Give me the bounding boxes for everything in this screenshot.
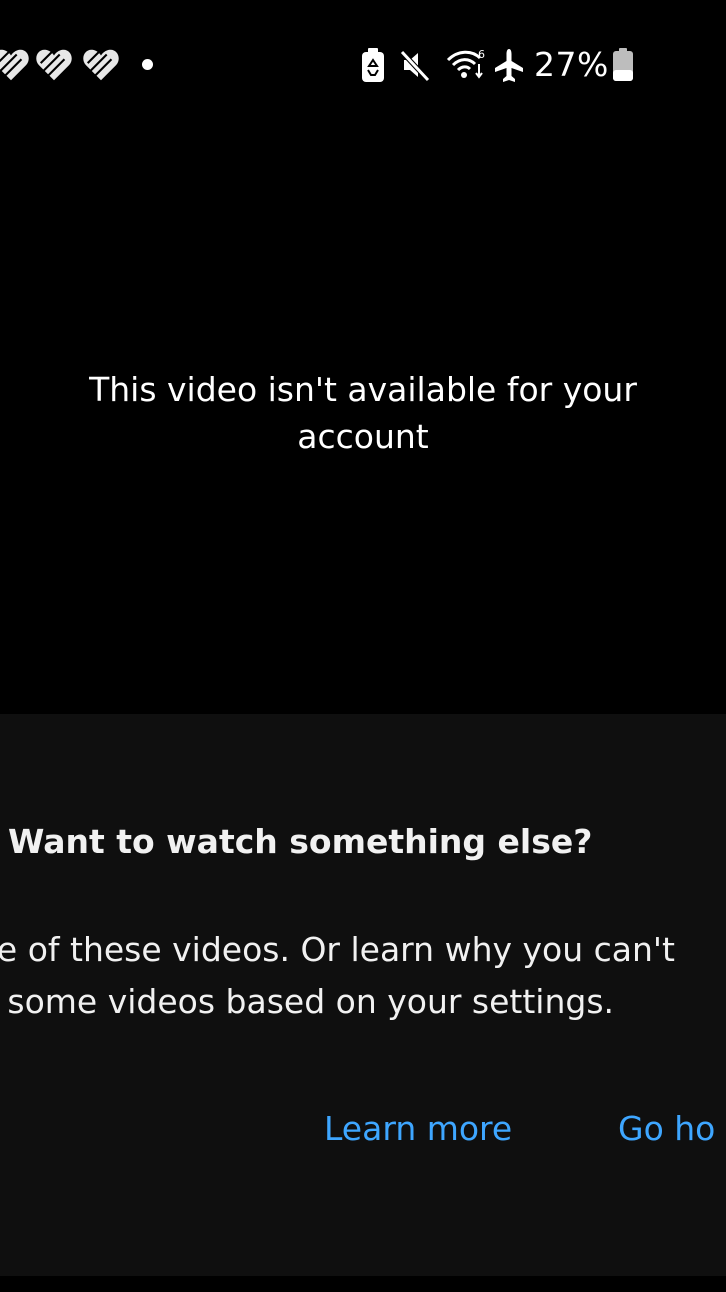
unavailable-message-line2: account bbox=[297, 417, 429, 456]
go-home-button[interactable]: Go ho bbox=[618, 1106, 715, 1152]
battery-icon bbox=[612, 48, 634, 82]
heart-icon bbox=[82, 46, 120, 84]
status-bar: 6 27% bbox=[0, 0, 726, 130]
battery-saver-icon bbox=[360, 46, 386, 84]
panel-heading: Want to watch something else? bbox=[8, 822, 593, 861]
panel-body: ne of these videos. Or learn why you can… bbox=[0, 924, 726, 1028]
panel-body-line2: n some videos based on your settings. bbox=[0, 982, 615, 1021]
video-player[interactable]: This video isn't available for your acco… bbox=[0, 130, 726, 714]
suggestion-panel: Want to watch something else? ne of thes… bbox=[0, 714, 726, 1276]
notification-dot bbox=[142, 59, 153, 70]
wifi-6-icon: 6 bbox=[446, 46, 488, 84]
battery-percentage: 27% bbox=[534, 45, 609, 84]
airplane-mode-icon bbox=[492, 46, 526, 84]
panel-body-line1: ne of these videos. Or learn why you can… bbox=[0, 930, 675, 969]
learn-more-button[interactable]: Learn more bbox=[324, 1106, 512, 1152]
svg-text:6: 6 bbox=[478, 48, 485, 61]
heart-icon bbox=[35, 46, 73, 84]
unavailable-message: This video isn't available for your acco… bbox=[40, 366, 686, 460]
heart-icon bbox=[0, 46, 30, 84]
mute-icon bbox=[398, 46, 432, 84]
unavailable-message-line1: This video isn't available for your bbox=[89, 370, 637, 409]
bottom-edge bbox=[0, 1276, 726, 1292]
